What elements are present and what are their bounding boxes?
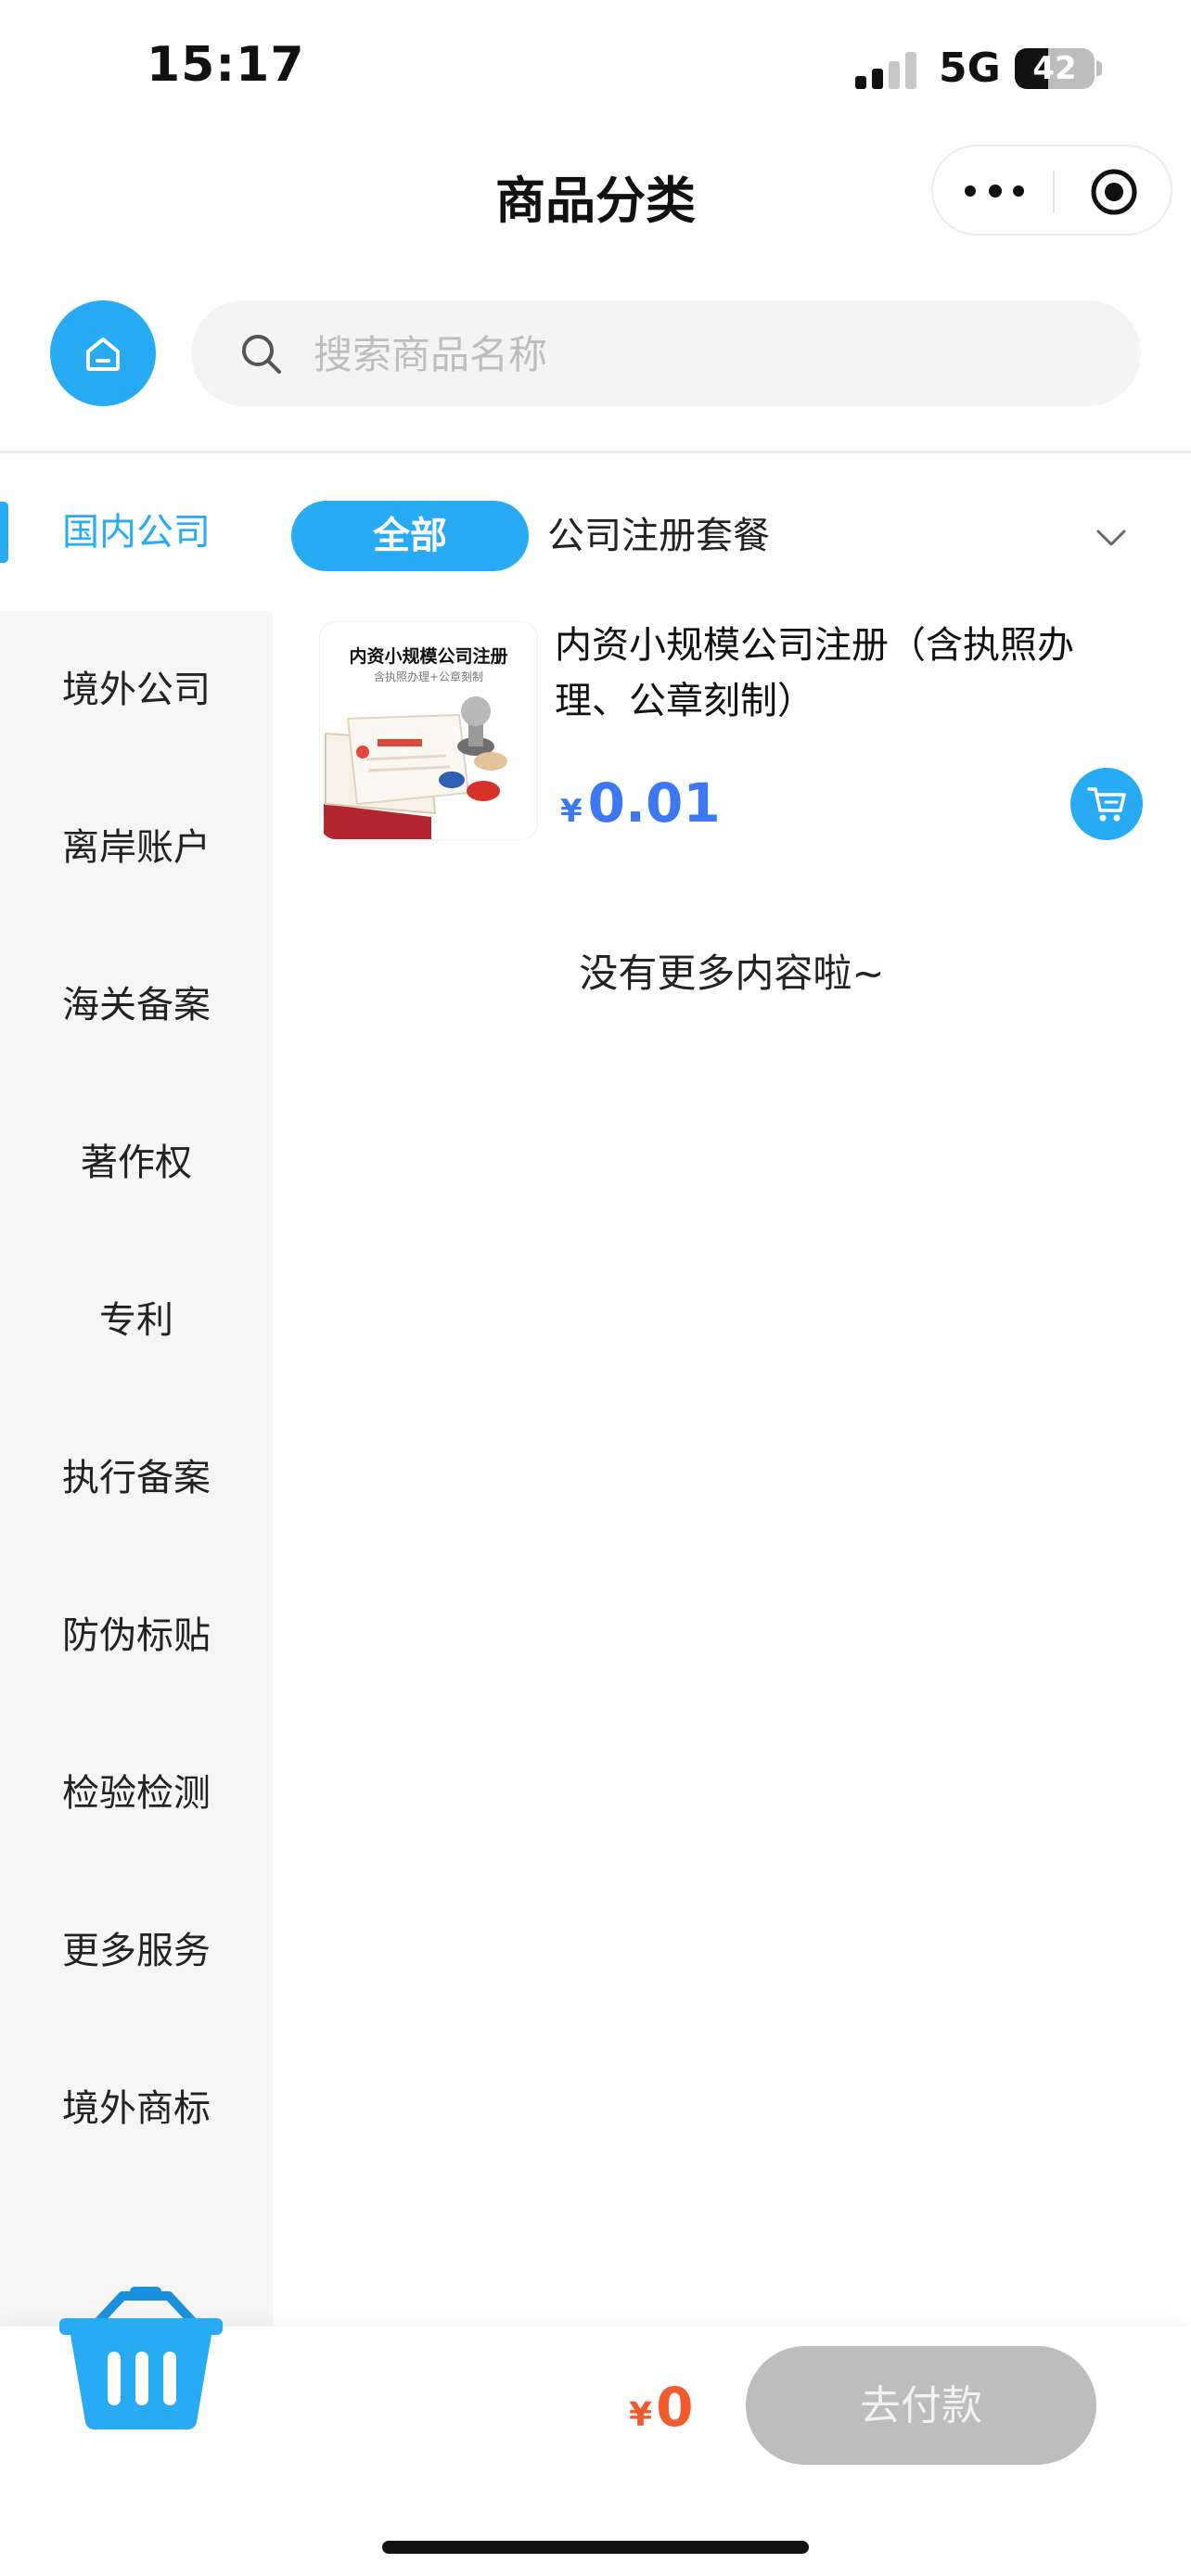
product-image[interactable]: 内资小规模公司注册 含执照办理+公章刻制 xyxy=(319,621,538,840)
battery-tip xyxy=(1096,61,1102,76)
cart-icon xyxy=(1087,787,1126,822)
sidebar-item-customs-filing[interactable]: 海关备案 xyxy=(0,926,273,1084)
search-icon xyxy=(242,335,281,374)
sidebar-item-domestic-company[interactable]: 国内公司 xyxy=(0,453,273,611)
status-bar: 15:17 5G 42 xyxy=(0,0,1191,139)
product-price-value: 0.01 xyxy=(587,772,721,835)
filter-all-chip[interactable]: 全部 xyxy=(291,501,529,571)
sidebar-item-more-services[interactable]: 更多服务 xyxy=(0,1872,273,2030)
product-name[interactable]: 内资小规模公司注册（含执照办理、公章刻制） xyxy=(555,618,1130,729)
product-price: ¥0.01 xyxy=(560,772,721,835)
cart-total-currency: ¥ xyxy=(629,2396,653,2434)
cart-total: ¥0 xyxy=(629,2376,693,2439)
category-sidebar: 国内公司 境外公司 离岸账户 海关备案 著作权 专利 执行备案 防伪标贴 检验检… xyxy=(0,453,273,2327)
sidebar-item-offshore-account[interactable]: 离岸账户 xyxy=(0,769,273,926)
close-miniprogram-icon[interactable] xyxy=(1089,167,1139,217)
search-bar[interactable] xyxy=(191,300,1141,406)
cart-total-value: 0 xyxy=(656,2376,694,2439)
list-end-text: 没有更多内容啦~ xyxy=(579,950,885,996)
filter-company-registration-chip[interactable]: 公司注册套餐 xyxy=(547,501,770,571)
sidebar-item-inspection-testing[interactable]: 检验检测 xyxy=(0,1715,273,1872)
capsule-divider xyxy=(1053,171,1055,213)
miniprogram-capsule xyxy=(931,145,1172,236)
sidebar-item-overseas-trademark[interactable]: 境外商标 xyxy=(0,2030,273,2187)
home-icon xyxy=(86,338,120,371)
sidebar-item-copyright[interactable]: 著作权 xyxy=(0,1084,273,1242)
shopping-basket-icon[interactable] xyxy=(58,2285,224,2431)
chevron-down-icon[interactable] xyxy=(1091,517,1132,558)
network-type: 5G xyxy=(939,45,1001,92)
cellular-signal-icon xyxy=(855,52,916,89)
sidebar-item-overseas-company[interactable]: 境外公司 xyxy=(0,611,273,769)
add-to-cart-button[interactable] xyxy=(1070,768,1143,840)
product-price-currency: ¥ xyxy=(560,793,583,830)
home-indicator xyxy=(382,2541,809,2554)
battery-icon: 42 xyxy=(1015,48,1095,89)
search-input[interactable] xyxy=(312,323,1113,386)
status-time: 15:17 xyxy=(147,37,305,93)
battery-percent: 42 xyxy=(1032,50,1077,87)
more-icon[interactable] xyxy=(965,174,1024,208)
sidebar-item-anti-counterfeit-label[interactable]: 防伪标贴 xyxy=(0,1557,273,1715)
license-and-seal-illustration xyxy=(324,696,507,839)
sidebar-item-patent[interactable]: 专利 xyxy=(0,1242,273,1399)
home-button[interactable] xyxy=(50,300,156,406)
sidebar-item-execution-filing[interactable]: 执行备案 xyxy=(0,1399,273,1557)
checkout-button[interactable]: 去付款 xyxy=(746,2346,1096,2465)
